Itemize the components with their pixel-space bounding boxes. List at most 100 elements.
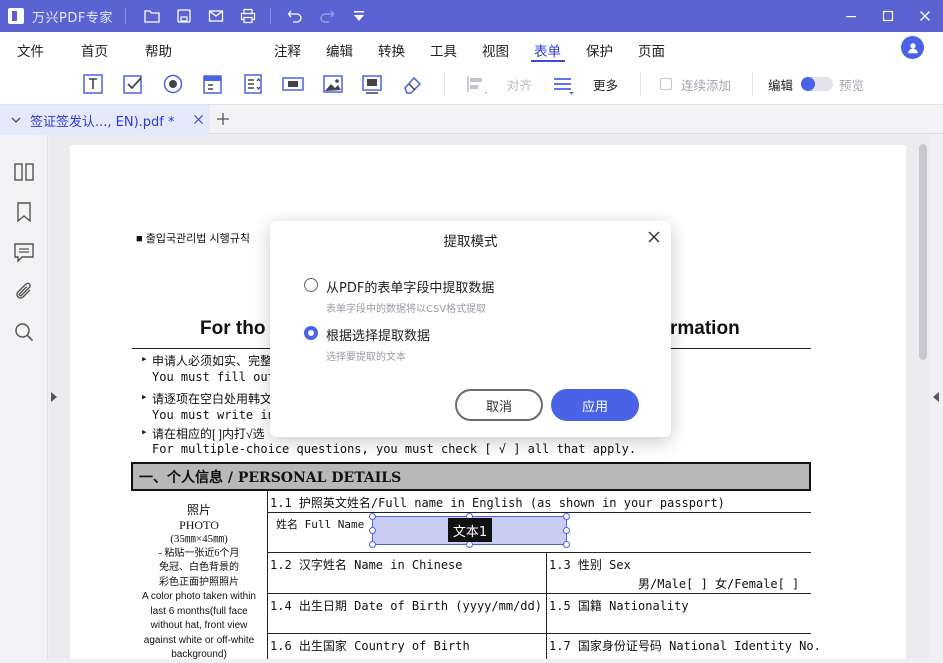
menu-annotate[interactable]: 注释 — [274, 40, 301, 60]
menu-bar: 文件 首页 帮助 注释 编辑 转换 工具 视图 表单 保护 页面 — [0, 32, 943, 64]
open-folder-icon[interactable] — [144, 8, 160, 24]
resize-handle[interactable] — [563, 541, 570, 548]
cancel-button[interactable]: 取消 — [455, 389, 543, 421]
photo-line: 免冠、白色背景的 — [159, 562, 239, 573]
option-selection-desc: 选择要提取的文本 — [326, 352, 406, 363]
menu-file[interactable]: 文件 — [17, 40, 44, 60]
toggle-knob — [801, 77, 815, 91]
document-tab-bar: 签证签发认..., EN).pdf * — [0, 104, 943, 135]
minimize-button[interactable] — [832, 0, 869, 32]
form-toolbar: 对齐 更多 连续添加 编辑 预览 — [0, 64, 943, 104]
collapse-right-panel-icon[interactable] — [933, 392, 939, 402]
menu-form[interactable]: 表单 — [534, 40, 561, 60]
checkbox-field-icon[interactable] — [122, 73, 144, 95]
chevron-down-icon[interactable] — [10, 114, 22, 126]
print-icon[interactable] — [240, 8, 256, 24]
align-icon[interactable] — [465, 73, 487, 95]
menu-tools[interactable]: 工具 — [430, 40, 457, 60]
menu-edit[interactable]: 编辑 — [326, 40, 353, 60]
section-title: 一、个人信息 / PERSONAL DETAILS — [139, 470, 402, 486]
field-1-2-label: 1.2 汉字姓名 Name in Chinese — [270, 558, 463, 572]
table-border — [267, 512, 811, 513]
option-selection-label[interactable]: 根据选择提取数据 — [326, 325, 430, 344]
table-border — [267, 593, 811, 594]
document-tab-label[interactable]: 签证签发认..., EN).pdf * — [30, 111, 175, 130]
menu-page[interactable]: 页面 — [638, 40, 665, 60]
bookmark-icon[interactable] — [13, 201, 35, 223]
menu-help[interactable]: 帮助 — [145, 40, 172, 60]
close-icon[interactable] — [647, 230, 661, 244]
title-separator — [124, 8, 126, 24]
field-1-6-label: 1.6 出生国家 Country of Birth — [270, 639, 470, 653]
resize-handle[interactable] — [563, 513, 570, 520]
table-border — [267, 552, 811, 553]
photo-line: without hat, front view — [150, 620, 248, 631]
search-icon[interactable] — [13, 321, 35, 343]
apply-button[interactable]: 应用 — [551, 389, 639, 421]
radio-button-field-icon[interactable] — [162, 73, 184, 95]
active-tab-underline — [531, 60, 565, 62]
photo-instructions: 照片 PHOTO (35㎜×45㎜) - 粘贴一张近6个月 免冠、白色背景的 彩… — [131, 503, 267, 663]
close-tab-icon[interactable] — [193, 114, 204, 125]
menu-home[interactable]: 首页 — [81, 40, 108, 60]
full-name-label: 姓名 Full Name — [276, 518, 365, 531]
continuous-add-label: 连续添加 — [681, 78, 732, 93]
vertical-scrollbar[interactable] — [919, 144, 927, 360]
pdf-line1-cn: 申请人必须如实、完整、 — [152, 354, 285, 368]
undo-icon[interactable] — [287, 8, 303, 24]
field-1-3-label: 1.3 性别 Sex — [549, 558, 631, 572]
customize-quick-access-icon[interactable] — [351, 8, 367, 24]
preview-mode-label: 预览 — [839, 78, 865, 93]
document-tab[interactable]: 签证签发认..., EN).pdf * — [0, 105, 210, 135]
edit-mode-label: 编辑 — [768, 78, 794, 93]
dialog-title: 提取模式 — [443, 234, 498, 250]
table-border — [546, 552, 547, 659]
more-label[interactable]: 更多 — [593, 75, 618, 94]
toolbar-separator-3 — [752, 72, 753, 96]
button-field-icon[interactable] — [282, 73, 304, 95]
photo-line: 彩色正面护照照片 — [159, 576, 239, 588]
menu-view[interactable]: 视图 — [482, 40, 509, 60]
option-form-fields-radio[interactable] — [304, 278, 318, 292]
menu-protect[interactable]: 保护 — [586, 40, 613, 60]
resize-handle[interactable] — [466, 541, 473, 548]
eraser-icon[interactable] — [401, 73, 423, 95]
collapse-left-panel-icon[interactable] — [51, 392, 57, 402]
menu-convert[interactable]: 转换 — [378, 40, 405, 60]
resize-handle[interactable] — [563, 527, 570, 534]
list-box-field-icon[interactable] — [242, 73, 264, 95]
option-form-fields-label[interactable]: 从PDF的表单字段中提取数据 — [326, 277, 494, 296]
resize-handle[interactable] — [369, 541, 376, 548]
maximize-button[interactable] — [869, 0, 906, 32]
field-1-7-label: 1.7 国家身份证号码 National Identity No. — [549, 639, 821, 653]
app-logo-icon — [8, 8, 24, 24]
attachment-icon[interactable] — [13, 281, 35, 303]
option-selection-radio[interactable] — [304, 326, 318, 340]
field-name-tag: 文本1 — [448, 518, 492, 542]
user-avatar[interactable] — [901, 36, 924, 59]
left-sidebar — [0, 135, 48, 659]
save-icon[interactable] — [176, 8, 192, 24]
photo-line: (35㎜×45㎜) — [170, 533, 228, 545]
text-field-icon[interactable] — [82, 73, 104, 95]
resize-handle[interactable] — [369, 513, 376, 520]
combo-box-field-icon[interactable] — [202, 73, 224, 95]
signature-field-icon[interactable] — [361, 73, 383, 95]
email-icon[interactable] — [208, 8, 224, 24]
photo-line: background) — [171, 649, 227, 660]
close-window-button[interactable] — [906, 0, 943, 32]
comment-icon[interactable] — [13, 241, 35, 263]
continuous-add-checkbox[interactable] — [660, 78, 672, 90]
redo-icon[interactable] — [319, 8, 335, 24]
field-1-5-label: 1.5 国籍 Nationality — [549, 599, 689, 613]
new-tab-icon[interactable] — [216, 112, 230, 126]
image-field-icon[interactable] — [322, 73, 344, 95]
edit-preview-toggle[interactable] — [801, 77, 833, 91]
resize-handle[interactable] — [369, 527, 376, 534]
thumbnails-icon[interactable] — [13, 161, 35, 183]
align-label[interactable]: 对齐 — [507, 75, 532, 94]
extract-mode-dialog: 提取模式 从PDF的表单字段中提取数据 表单字段中的数据将以CSV格式提取 根据… — [270, 221, 671, 437]
distribute-more-icon[interactable] — [552, 73, 574, 95]
sex-options[interactable]: 男/Male[ ] 女/Female[ ] — [638, 575, 799, 592]
pdf-korean-header: ■ 출입국관리법 시행규칙 — [136, 233, 250, 245]
